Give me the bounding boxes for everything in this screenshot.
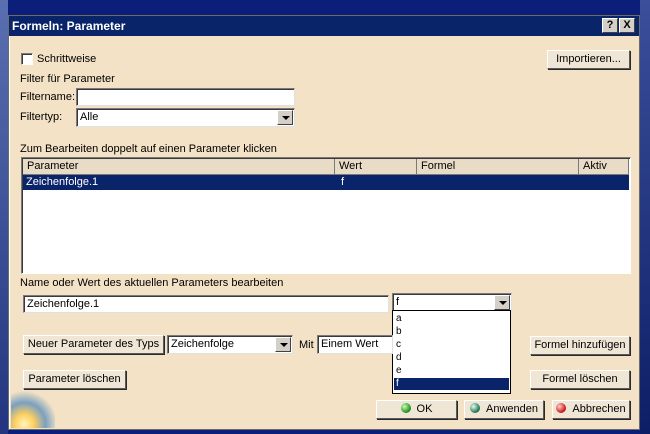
column-header-aktiv[interactable]: Aktiv — [579, 159, 629, 175]
mit-select[interactable]: Einem Wert — [317, 335, 393, 354]
parameter-table[interactable]: Parameter Wert Formel Aktiv Zeichenfolge… — [21, 157, 631, 274]
parameter-type-select[interactable]: Zeichenfolge — [167, 335, 293, 354]
filtertype-label: Filtertyp: — [20, 111, 63, 123]
red-light-icon — [556, 403, 567, 413]
list-item[interactable]: e — [394, 365, 509, 377]
cancel-button[interactable]: Abbrechen — [552, 400, 630, 419]
new-parameter-button[interactable]: Neuer Parameter des Typs — [23, 335, 164, 354]
parameter-name-input[interactable]: Zeichenfolge.1 — [23, 295, 389, 313]
globe-logo-icon — [11, 388, 55, 428]
add-formula-button[interactable]: Formel hinzufügen — [530, 336, 630, 355]
formulas-dialog: Formeln: Parameter ? X Schrittweise Impo… — [8, 15, 640, 430]
desktop-background-right — [640, 0, 650, 434]
import-button[interactable]: Importieren... — [547, 50, 630, 69]
column-header-wert[interactable]: Wert — [335, 159, 417, 175]
list-item[interactable]: c — [394, 339, 509, 351]
table-row[interactable]: Zeichenfolge.1 f — [23, 175, 629, 190]
cell-parameter: Zeichenfolge.1 — [26, 176, 99, 188]
chevron-down-icon[interactable] — [277, 110, 293, 125]
filtername-label: Filtername: — [20, 91, 76, 103]
cell-wert: f — [341, 176, 345, 188]
apply-button[interactable]: Anwenden — [464, 400, 544, 419]
delete-parameter-button[interactable]: Parameter löschen — [23, 370, 126, 389]
desktop-background-left — [0, 0, 8, 434]
close-button[interactable]: X — [619, 18, 635, 33]
cancel-label: Abbrechen — [572, 403, 626, 415]
delete-formula-button[interactable]: Formel löschen — [530, 370, 630, 389]
table-instruction: Zum Bearbeiten doppelt auf einen Paramet… — [20, 143, 277, 155]
filter-heading: Filter für Parameter — [20, 73, 115, 85]
chevron-down-icon[interactable] — [275, 337, 291, 352]
chevron-down-icon[interactable] — [494, 295, 510, 310]
column-header-parameter[interactable]: Parameter — [23, 159, 335, 175]
edit-label: Name oder Wert des aktuellen Parameters … — [20, 277, 284, 289]
ok-button[interactable]: OK — [376, 400, 457, 419]
filtername-input[interactable] — [76, 88, 295, 106]
help-button[interactable]: ? — [602, 18, 618, 33]
filtertype-value: Alle — [80, 111, 99, 123]
step-checkbox[interactable] — [21, 53, 33, 65]
mit-value: Einem Wert — [321, 338, 379, 350]
list-item[interactable]: b — [394, 326, 509, 338]
mit-label: Mit — [299, 339, 314, 351]
step-checkbox-label: Schrittweise — [37, 53, 97, 65]
column-header-formel[interactable]: Formel — [417, 159, 579, 175]
ok-label: OK — [416, 403, 433, 415]
list-item[interactable]: d — [394, 352, 509, 364]
parameter-value: f — [396, 296, 400, 308]
list-item[interactable]: a — [394, 313, 509, 325]
apply-light-icon — [470, 403, 480, 413]
title-bar[interactable]: Formeln: Parameter ? X — [9, 16, 639, 36]
green-light-icon — [400, 403, 411, 413]
value-dropdown-list[interactable]: a b c d e f — [392, 310, 511, 394]
dialog-title: Formeln: Parameter — [12, 19, 126, 33]
parameter-type-value: Zeichenfolge — [171, 338, 234, 350]
list-item-selected[interactable]: f — [394, 378, 509, 390]
filtertype-select[interactable]: Alle — [76, 108, 295, 127]
apply-label: Anwenden — [486, 403, 538, 415]
